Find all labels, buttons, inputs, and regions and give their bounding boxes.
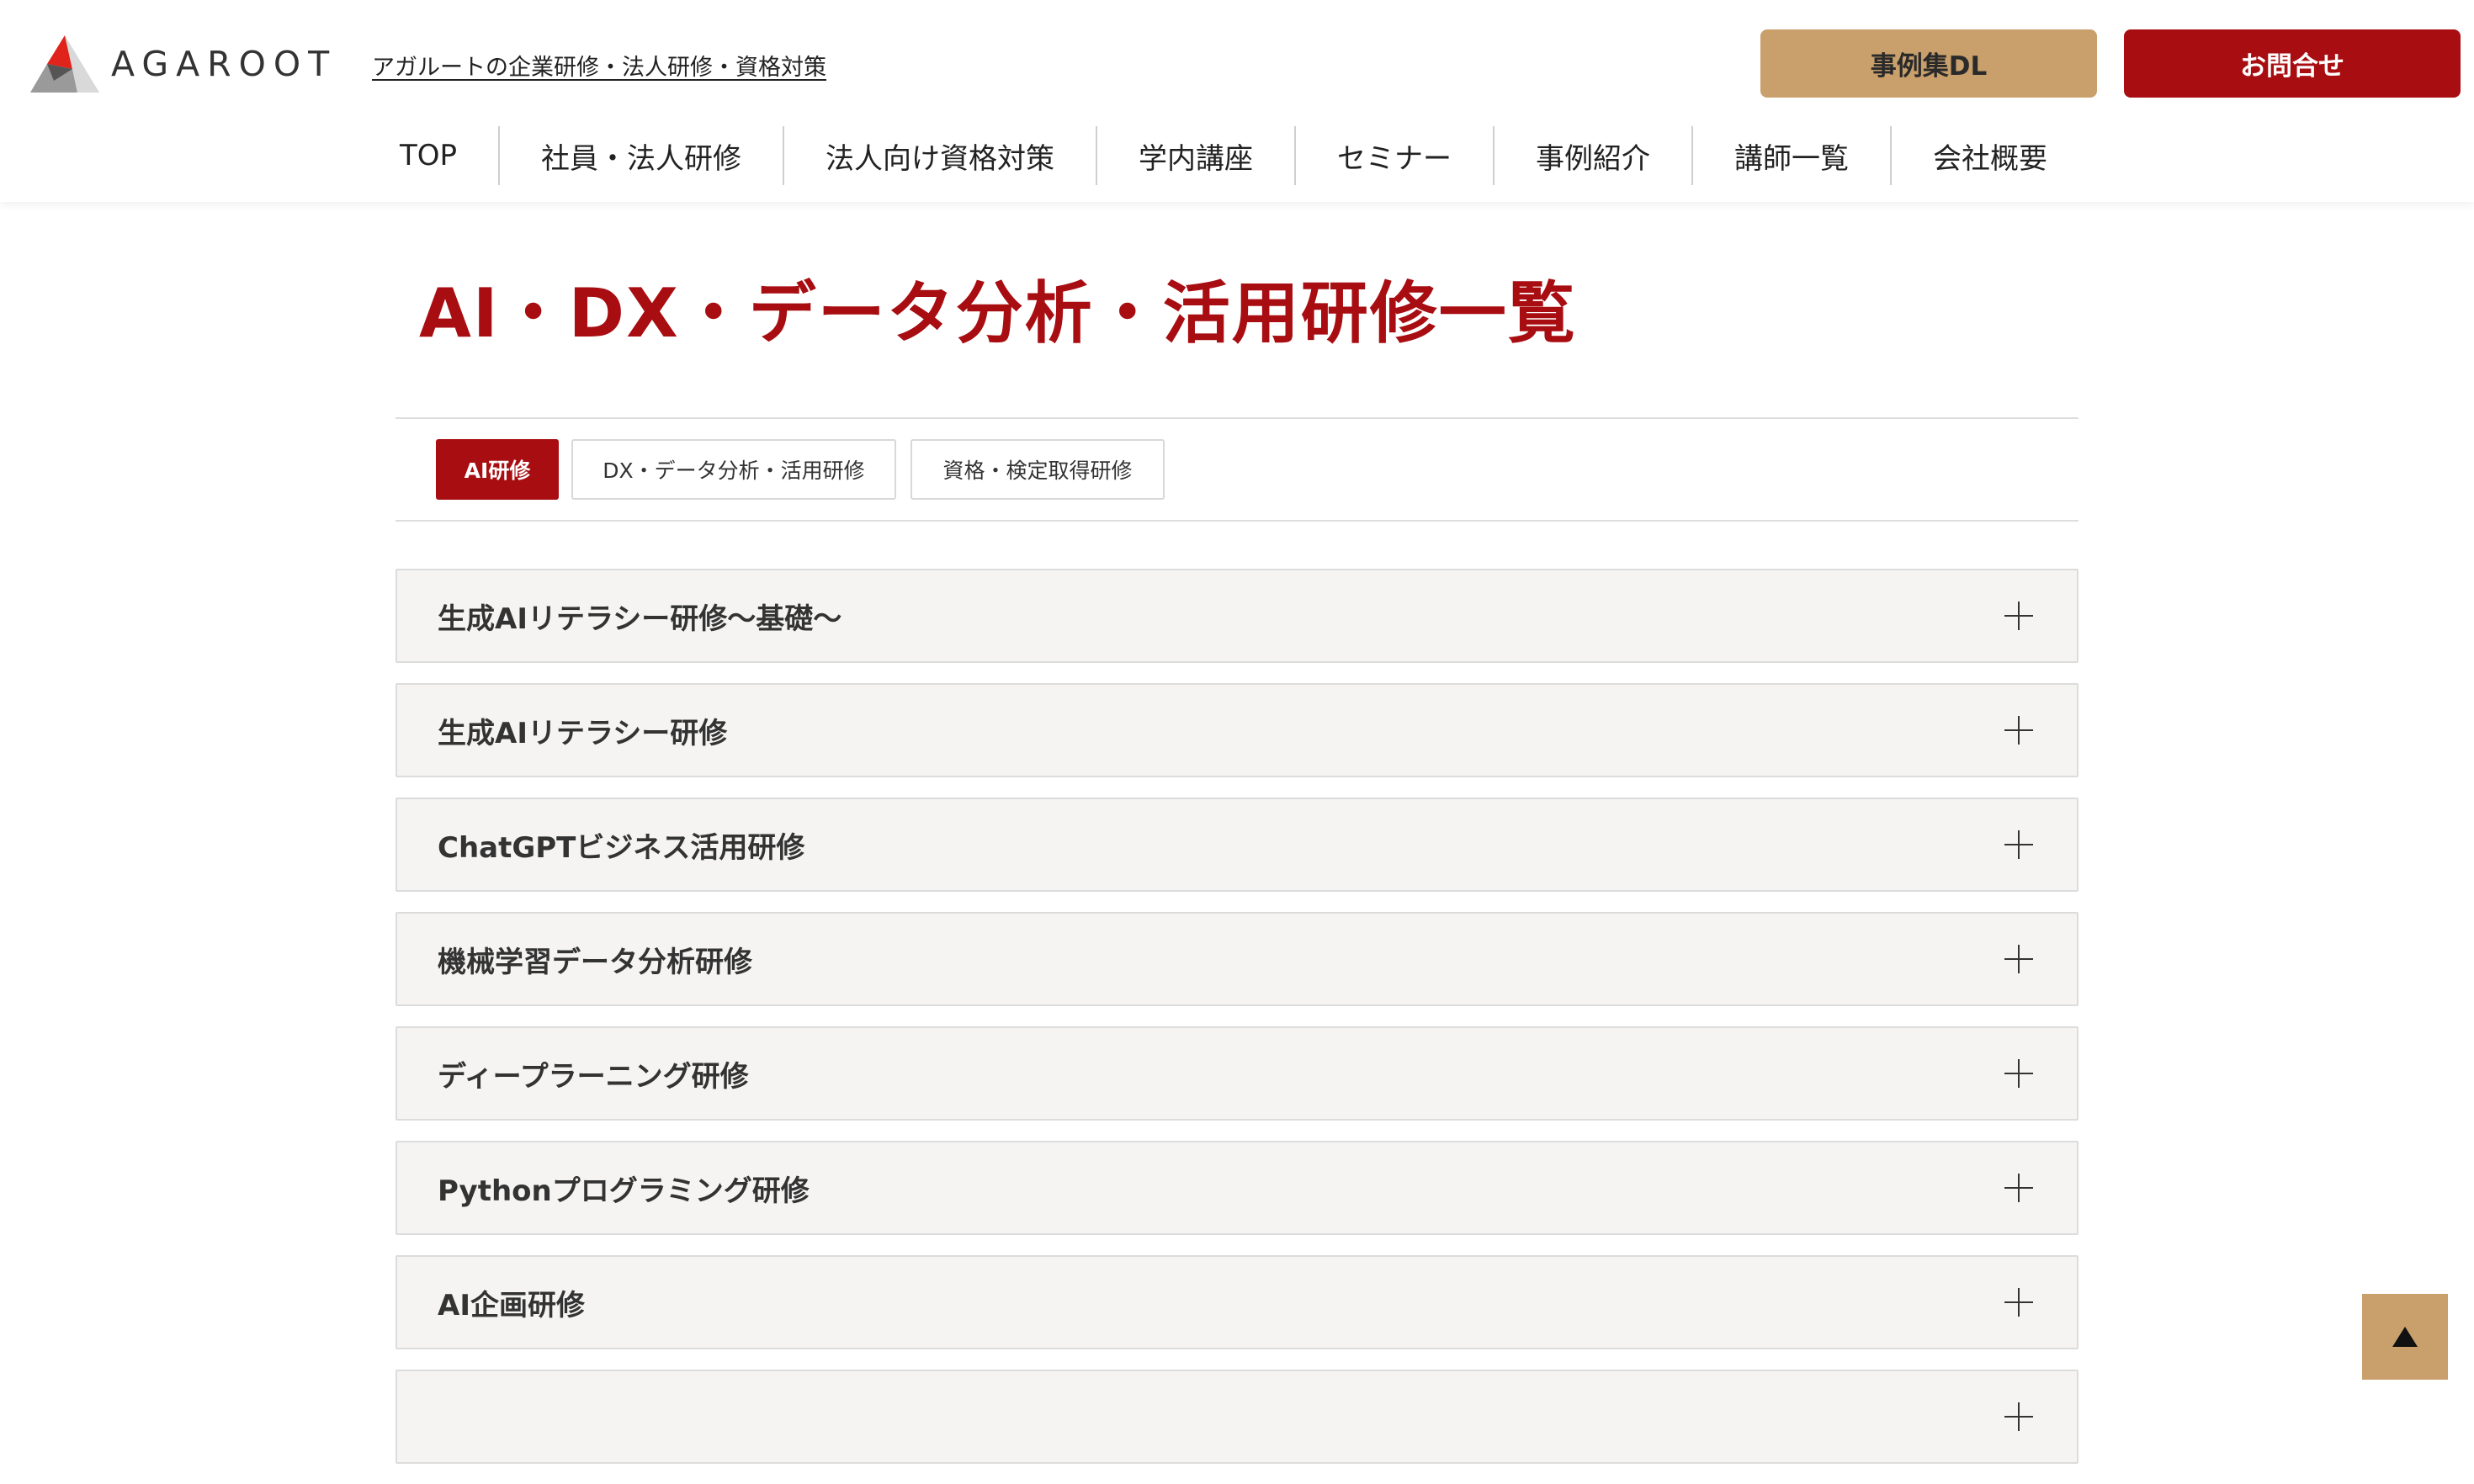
plus-icon[interactable] — [2004, 1059, 2033, 1088]
back-to-top-button[interactable] — [2362, 1294, 2448, 1380]
plus-icon[interactable] — [2004, 830, 2033, 859]
accordion-item-label: 機械学習データ分析研修 — [438, 945, 752, 979]
main-nav: TOP 社員・法人研修 法人向け資格対策 学内講座 セミナー 事例紹介 講師一覧… — [380, 126, 2089, 185]
accordion-item[interactable]: Pythonプログラミング研修 — [396, 1141, 2078, 1235]
plus-icon[interactable] — [2004, 602, 2033, 630]
accordion-item-label: ディープラーニング研修 — [438, 1059, 749, 1094]
tab-certification-training[interactable]: 資格・検定取得研修 — [910, 439, 1165, 500]
site-header: AGAROOT アガルートの企業研修・法人研修・資格対策 事例集DL お問合せ … — [0, 0, 2474, 202]
accordion-item[interactable]: ChatGPTビジネス活用研修 — [396, 798, 2078, 892]
accordion-item[interactable] — [396, 1370, 2078, 1464]
nav-item-campus-courses[interactable]: 学内講座 — [1096, 126, 1294, 185]
tagline-link[interactable]: アガルートの企業研修・法人研修・資格対策 — [372, 49, 826, 82]
logo-text: AGAROOT — [111, 44, 337, 84]
training-accordion: 生成AIリテラシー研修〜基礎〜 生成AIリテラシー研修 ChatGPTビジネス活… — [396, 569, 2078, 1484]
accordion-item[interactable]: 生成AIリテラシー研修 — [396, 683, 2078, 777]
accordion-item[interactable]: 機械学習データ分析研修 — [396, 912, 2078, 1006]
nav-item-top[interactable]: TOP — [380, 126, 498, 185]
up-triangle-icon — [2392, 1327, 2418, 1347]
accordion-item[interactable]: ディープラーニング研修 — [396, 1026, 2078, 1121]
nav-item-qualification[interactable]: 法人向け資格対策 — [783, 126, 1096, 185]
page-title: AI・DX・データ分析・活用研修一覧 — [419, 274, 1577, 352]
download-case-studies-button[interactable]: 事例集DL — [1760, 29, 2097, 98]
nav-item-instructors[interactable]: 講師一覧 — [1691, 126, 1890, 185]
site-logo[interactable]: AGAROOT — [29, 32, 337, 96]
tab-ai-training[interactable]: AI研修 — [436, 439, 559, 500]
nav-item-employee-training[interactable]: 社員・法人研修 — [498, 126, 783, 185]
plus-icon[interactable] — [2004, 716, 2033, 745]
contact-button[interactable]: お問合せ — [2124, 29, 2461, 98]
accordion-item-label: 生成AIリテラシー研修〜基礎〜 — [438, 602, 842, 636]
category-tabs: AI研修 DX・データ分析・活用研修 資格・検定取得研修 — [396, 417, 2078, 522]
plus-icon[interactable] — [2004, 1402, 2033, 1431]
plus-icon[interactable] — [2004, 1288, 2033, 1317]
plus-icon[interactable] — [2004, 1174, 2033, 1202]
accordion-item-label: 生成AIリテラシー研修 — [438, 716, 728, 750]
nav-item-company[interactable]: 会社概要 — [1890, 126, 2089, 185]
plus-icon[interactable] — [2004, 945, 2033, 973]
accordion-item-label: AI企画研修 — [438, 1288, 585, 1322]
tab-dx-data-training[interactable]: DX・データ分析・活用研修 — [571, 439, 896, 500]
accordion-item[interactable]: 生成AIリテラシー研修〜基礎〜 — [396, 569, 2078, 663]
accordion-item-label: ChatGPTビジネス活用研修 — [438, 830, 805, 865]
logo-mark-icon — [30, 35, 99, 93]
accordion-item[interactable]: AI企画研修 — [396, 1255, 2078, 1349]
nav-item-case-studies[interactable]: 事例紹介 — [1493, 126, 1691, 185]
nav-item-seminar[interactable]: セミナー — [1294, 126, 1493, 185]
accordion-item-label: Pythonプログラミング研修 — [438, 1174, 810, 1208]
